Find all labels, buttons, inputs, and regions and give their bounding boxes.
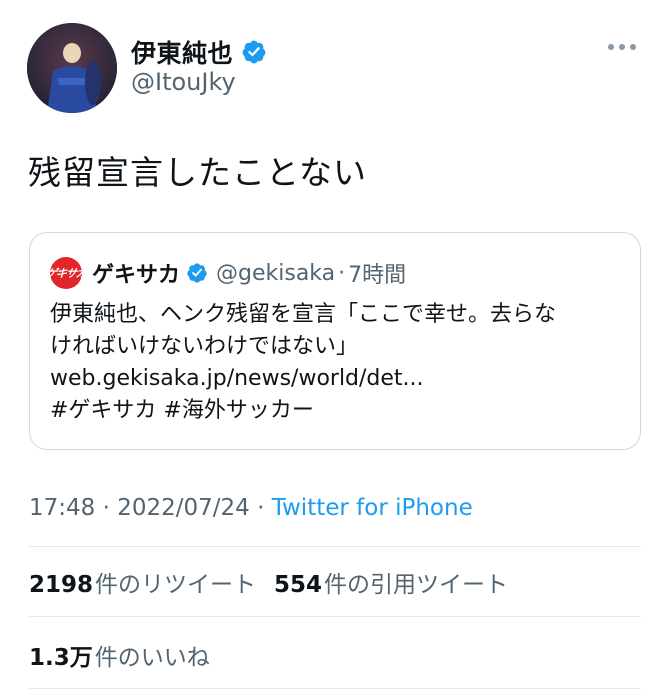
more-options-icon[interactable]	[608, 44, 636, 50]
tweet-text: 残留宣言したことない	[28, 153, 368, 192]
tweet-meta: 17:48 · 2022/07/24 · Twitter for iPhone	[29, 495, 473, 521]
quoted-separator: ·	[338, 260, 346, 286]
quote-tweets-stat[interactable]: 554件の引用ツイート	[274, 565, 508, 599]
quoted-verified-badge-icon	[187, 263, 207, 283]
tweet-header: 伊東純也 @ItouJky	[0, 0, 670, 120]
like-count: 1.3万	[29, 645, 93, 671]
meta-separator: ·	[95, 495, 118, 521]
divider	[29, 546, 641, 547]
retweet-count: 2198	[29, 572, 94, 598]
quoted-link[interactable]: web.gekisaka.jp/news/world/det...	[50, 363, 625, 395]
quoted-display-name: ゲキサカ	[92, 263, 181, 288]
quote-label: 件の引用ツイート	[324, 572, 509, 598]
quoted-text-line: 伊東純也、ヘンク残留を宣言「ここで幸せ。去らな	[50, 302, 557, 327]
tweet-date[interactable]: 2022/07/24	[117, 495, 250, 521]
retweets-stat[interactable]: 2198件のリツイート	[29, 565, 256, 599]
verified-badge-icon	[242, 40, 266, 64]
divider	[29, 616, 641, 617]
tweet-source-link[interactable]: Twitter for iPhone	[272, 495, 473, 521]
quoted-hashtags[interactable]: #ゲキサカ #海外サッカー	[50, 395, 625, 427]
quoted-text: 伊東純也、ヘンク残留を宣言「ここで幸せ。去らな ければいけないわけではない」 w…	[50, 299, 625, 427]
quoted-text-line: ければいけないわけではない」	[50, 334, 359, 359]
quoted-timestamp: 7時間	[348, 263, 407, 288]
quoted-handle: @gekisaka	[216, 260, 336, 286]
likes-stat[interactable]: 1.3万件のいいね	[29, 638, 210, 672]
avatar-photo	[27, 23, 117, 113]
meta-separator: ·	[249, 495, 272, 521]
engagement-stats: 2198件のリツイート 554件の引用ツイート	[29, 565, 526, 599]
divider	[29, 688, 641, 689]
tweet-time[interactable]: 17:48	[29, 495, 95, 521]
quote-count: 554	[274, 572, 323, 598]
avatar[interactable]	[27, 23, 117, 113]
retweet-label: 件のリツイート	[95, 572, 257, 598]
like-label: 件のいいね	[94, 645, 210, 671]
author-handle[interactable]: @ItouJky	[131, 68, 236, 96]
quoted-avatar: ゲキサカ	[50, 257, 82, 289]
display-name[interactable]: 伊東純也	[131, 34, 233, 70]
quoted-avatar-logo: ゲキサカ	[50, 267, 82, 280]
quoted-tweet[interactable]: ゲキサカ ゲキサカ @gekisaka · 7時間 伊東純也、ヘンク残留を宣言「…	[29, 232, 641, 450]
